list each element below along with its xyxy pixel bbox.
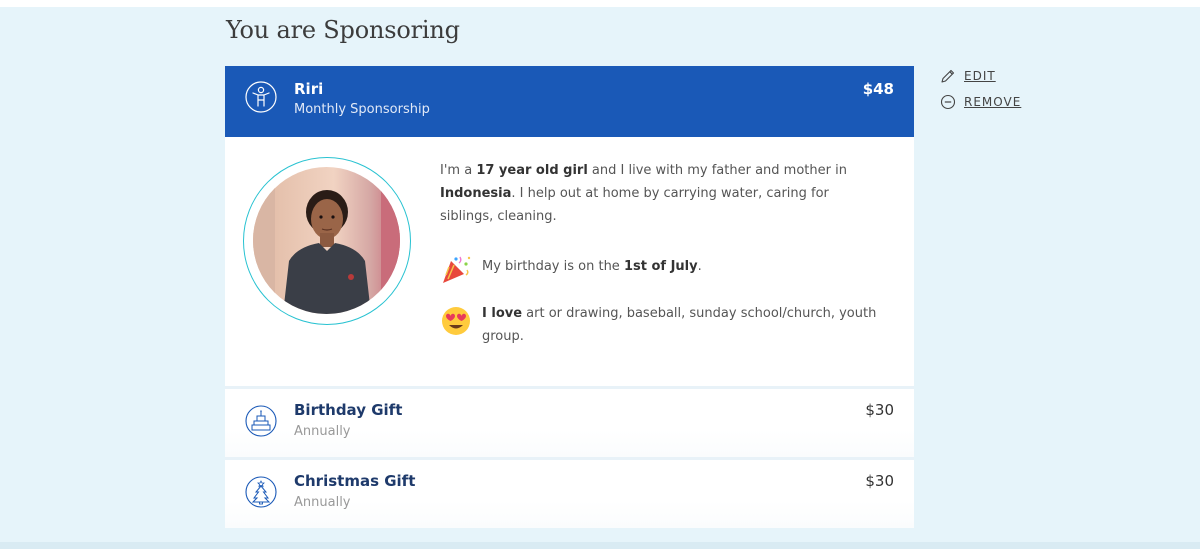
- child-figure-icon: [245, 81, 277, 113]
- sponsorship-type: Monthly Sponsorship: [294, 102, 430, 117]
- gift-row-christmas[interactable]: Christmas Gift Annually $30: [225, 457, 914, 528]
- birthday-date: 1st of July: [623, 259, 698, 274]
- sponsorship-header[interactable]: Riri Monthly Sponsorship $48: [225, 66, 914, 137]
- gift-name: Christmas Gift: [294, 472, 416, 490]
- sponsorship-card: Riri Monthly Sponsorship $48 I'm a 17 ye…: [225, 66, 914, 528]
- child-profile: I'm a 17 year old girl and I live with m…: [225, 137, 914, 386]
- pencil-icon: [941, 69, 955, 83]
- child-photo-frame: [243, 157, 411, 325]
- gift-frequency: Annually: [294, 495, 351, 510]
- birthday-cake-icon: [245, 405, 277, 437]
- bio-country: Indonesia: [440, 186, 512, 201]
- remove-button[interactable]: REMOVE: [940, 92, 1021, 112]
- christmas-tree-icon: [245, 476, 277, 508]
- child-bio: I'm a 17 year old girl and I live with m…: [440, 163, 847, 224]
- edit-label[interactable]: EDIT: [964, 69, 996, 83]
- gift-frequency: Annually: [294, 424, 351, 439]
- sponsorship-price: $48: [862, 80, 894, 98]
- page-title: You are Sponsoring: [226, 16, 460, 44]
- remove-label[interactable]: REMOVE: [964, 95, 1021, 109]
- top-strip: [0, 0, 1200, 7]
- sponsorship-actions: EDIT REMOVE: [940, 66, 1021, 118]
- gift-row-birthday[interactable]: Birthday Gift Annually $30: [225, 386, 914, 457]
- bio-age: 17 year old girl: [476, 163, 588, 178]
- heart-eyes-emoji-icon: [442, 307, 470, 335]
- edit-button[interactable]: EDIT: [940, 66, 1021, 86]
- gift-name: Birthday Gift: [294, 401, 403, 419]
- gift-price: $30: [865, 472, 894, 490]
- child-name: Riri: [294, 80, 324, 98]
- child-photo: [253, 167, 400, 314]
- love-label: I love: [482, 306, 523, 321]
- gift-price: $30: [865, 401, 894, 419]
- party-popper-icon: [443, 256, 471, 283]
- bottom-strip: [0, 542, 1200, 549]
- minus-circle-icon: [940, 94, 956, 110]
